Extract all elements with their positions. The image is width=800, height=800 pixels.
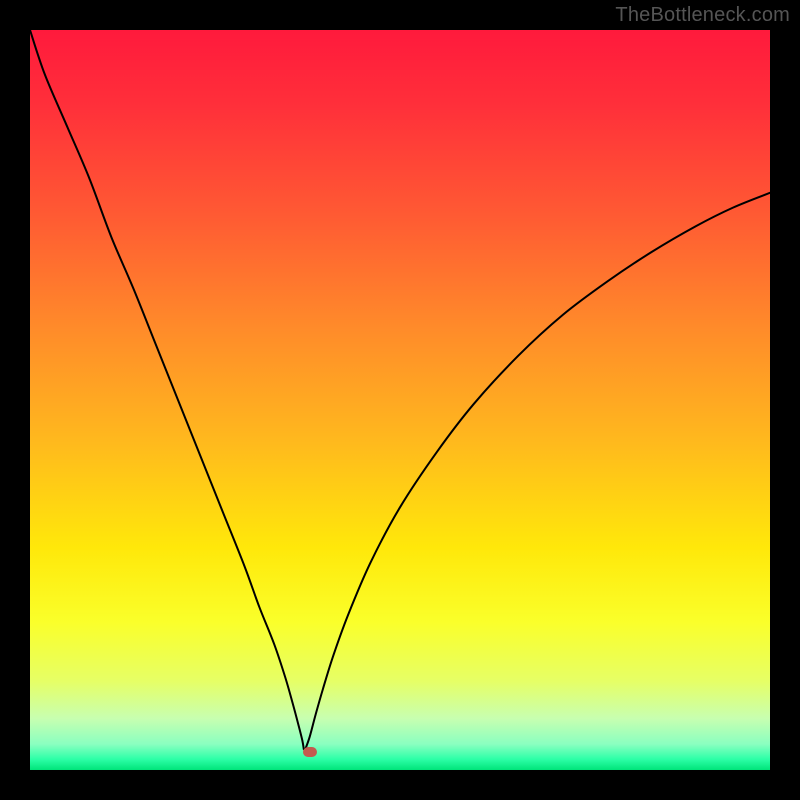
watermark-text: TheBottleneck.com [615, 4, 790, 27]
optimal-point-marker [303, 747, 317, 757]
chart-frame: TheBottleneck.com [0, 0, 800, 800]
plot-area [30, 30, 770, 770]
background-gradient [30, 30, 770, 770]
